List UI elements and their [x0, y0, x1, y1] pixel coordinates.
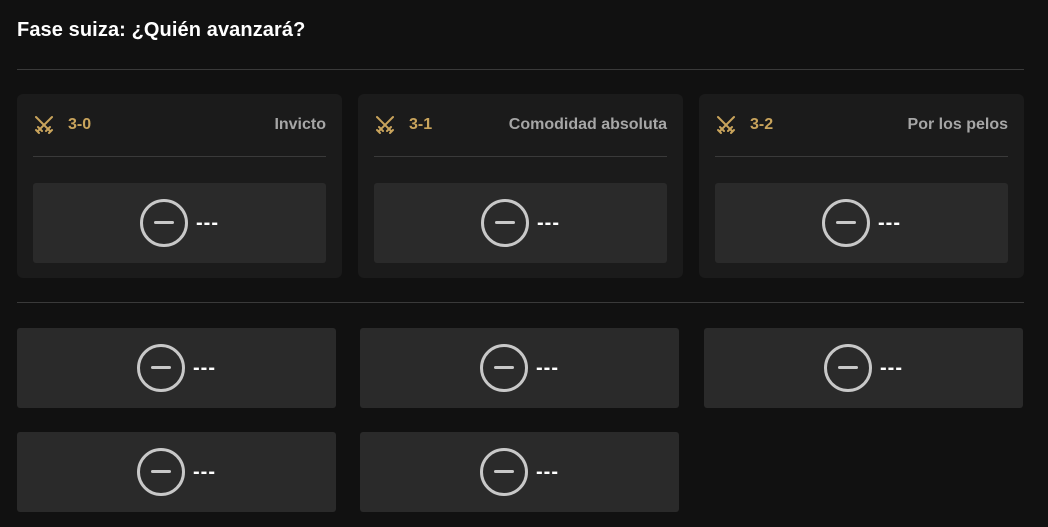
page-title: Fase suiza: ¿Quién avanzará? — [17, 19, 306, 41]
minus-circle-icon — [480, 448, 528, 496]
advance-slot-1[interactable]: --- — [17, 328, 336, 408]
record-card-header: 3-2 Por los pelos — [715, 94, 1008, 157]
slot-label: --- — [880, 356, 903, 379]
record-card-3-0: 3-0 Invicto --- — [17, 94, 342, 278]
record-tag: Por los pelos — [907, 116, 1008, 133]
crossed-swords-icon — [376, 116, 394, 134]
top-divider — [17, 69, 1024, 70]
record-card-header: 3-1 Comodidad absoluta — [374, 94, 667, 157]
slot-label: --- — [536, 356, 559, 379]
minus-circle-icon — [137, 344, 185, 392]
slot-label: --- — [878, 211, 901, 234]
minus-circle-icon — [822, 199, 870, 247]
minus-circle-icon — [137, 448, 185, 496]
slot-label: --- — [537, 211, 560, 234]
slot-label: --- — [196, 211, 219, 234]
advance-slot-2[interactable]: --- — [360, 328, 679, 408]
record-card-header: 3-0 Invicto — [33, 94, 326, 157]
slot-label: --- — [193, 460, 216, 483]
crossed-swords-icon — [717, 116, 735, 134]
minus-circle-icon — [480, 344, 528, 392]
record-tag: Comodidad absoluta — [508, 116, 667, 133]
record-card-3-1: 3-1 Comodidad absoluta --- — [358, 94, 683, 278]
minus-circle-icon — [824, 344, 872, 392]
record-card-3-2: 3-2 Por los pelos --- — [699, 94, 1024, 278]
pick-slot[interactable]: --- — [33, 183, 326, 263]
section-divider — [17, 302, 1024, 303]
advance-slot-4[interactable]: --- — [17, 432, 336, 512]
record-tag: Invicto — [274, 116, 326, 133]
pick-slot[interactable]: --- — [374, 183, 667, 263]
record-label: 3-1 — [409, 116, 433, 133]
pick-slot[interactable]: --- — [715, 183, 1008, 263]
crossed-swords-icon — [35, 116, 53, 134]
minus-circle-icon — [140, 199, 188, 247]
minus-circle-icon — [481, 199, 529, 247]
advance-slot-5[interactable]: --- — [360, 432, 679, 512]
advance-slot-3[interactable]: --- — [704, 328, 1023, 408]
record-label: 3-0 — [68, 116, 92, 133]
slot-label: --- — [536, 460, 559, 483]
slot-label: --- — [193, 356, 216, 379]
record-label: 3-2 — [750, 116, 774, 133]
